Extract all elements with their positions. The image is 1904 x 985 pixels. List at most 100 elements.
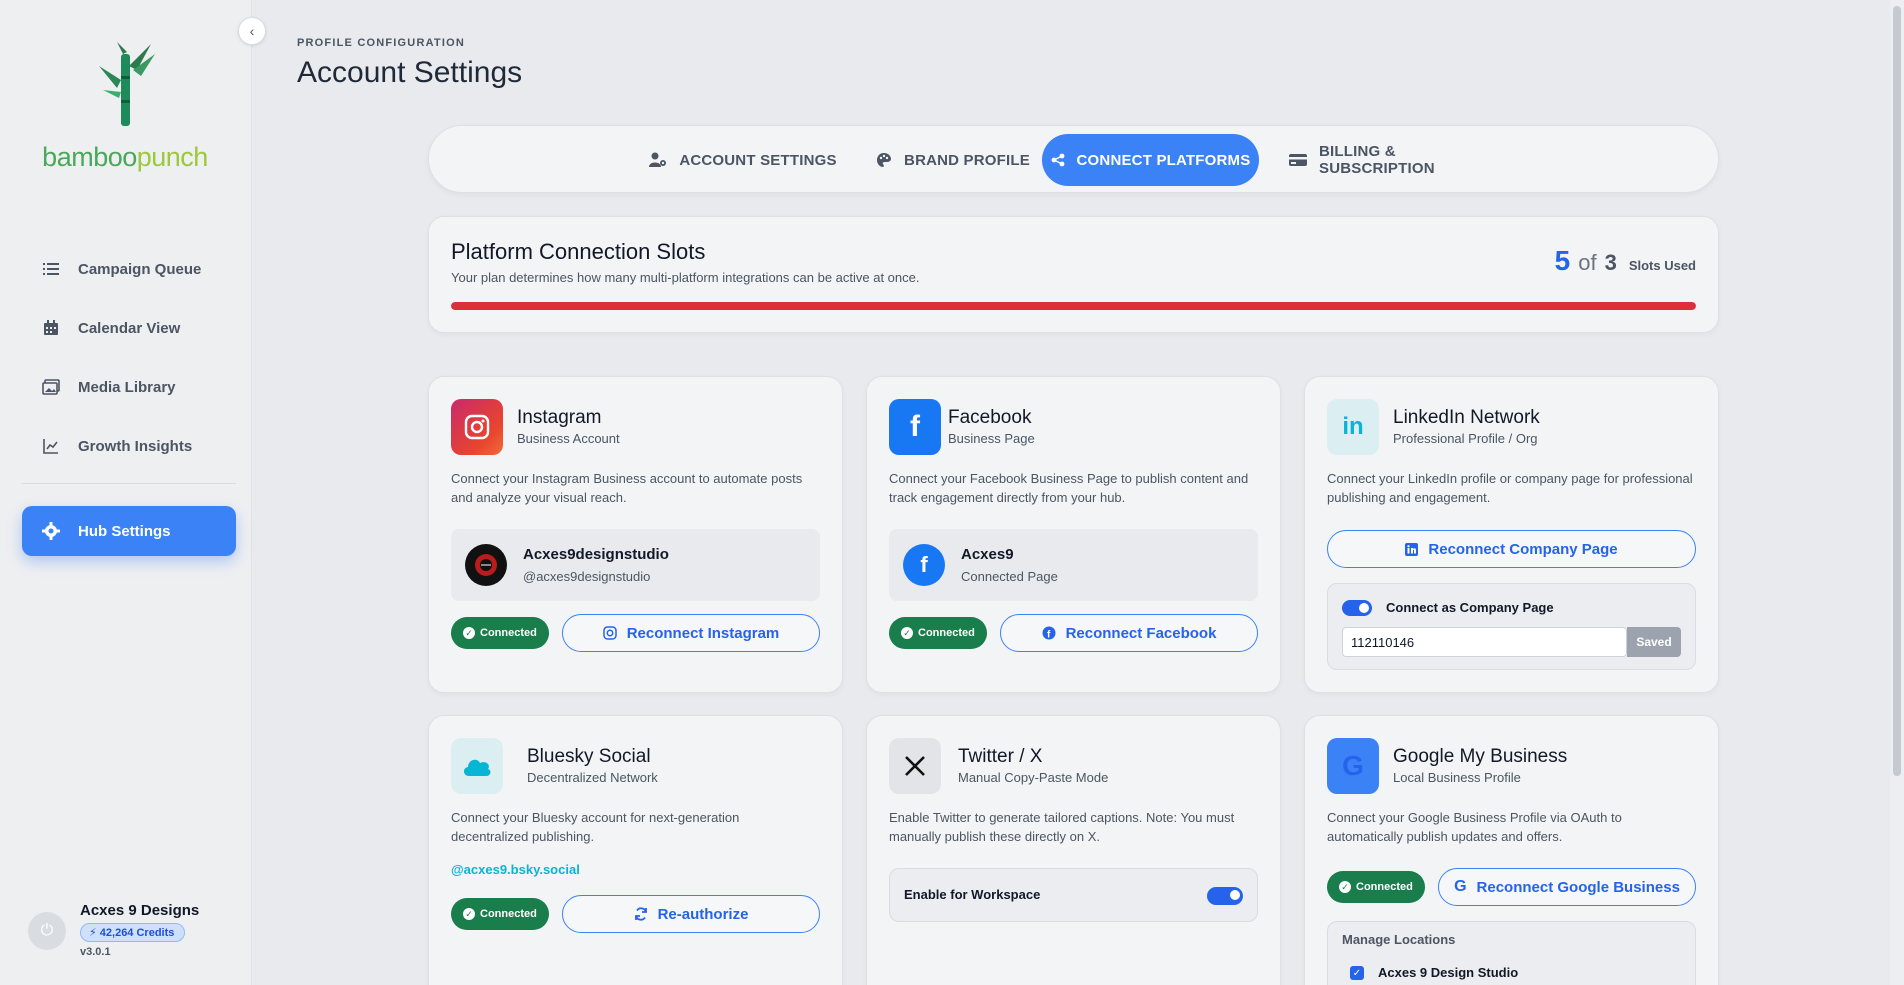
slots-of-text: of bbox=[1578, 250, 1597, 275]
sidebar-item-label: Hub Settings bbox=[78, 522, 171, 540]
list-icon bbox=[42, 260, 60, 278]
tab-label: BRAND PROFILE bbox=[904, 151, 1030, 169]
sidebar-item-calendar-view[interactable]: Calendar View bbox=[22, 306, 236, 350]
status-badge: ✓ Connected bbox=[451, 617, 549, 649]
platform-type: Manual Copy-Paste Mode bbox=[958, 770, 1109, 785]
company-page-toggle[interactable] bbox=[1342, 600, 1372, 616]
x-icon bbox=[889, 738, 941, 794]
tab-brand-profile[interactable]: BRAND PROFILE bbox=[863, 134, 1043, 186]
sidebar-item-campaign-queue[interactable]: Campaign Queue bbox=[22, 247, 236, 291]
bolt-icon: ⚡ bbox=[89, 927, 100, 939]
account-name: Acxes9designstudio bbox=[523, 546, 669, 563]
reconnect-instagram-button[interactable]: Reconnect Instagram bbox=[562, 614, 820, 652]
sidebar: bamboopunch Campaign Queue Calendar View… bbox=[0, 0, 252, 985]
platform-name: Google My Business bbox=[1393, 746, 1568, 767]
sidebar-item-hub-settings[interactable]: Hub Settings bbox=[22, 506, 236, 556]
user-panel: ⏻ Acxes 9 Designs ⚡ 42,264 Credits v3.0.… bbox=[28, 902, 199, 958]
account-name: Acxes9 bbox=[961, 546, 1014, 563]
bamboo-logo-icon bbox=[99, 42, 155, 126]
check-icon: ✓ bbox=[463, 908, 475, 920]
page-scrollbar[interactable] bbox=[1890, 0, 1904, 985]
sidebar-item-label: Media Library bbox=[78, 378, 176, 396]
brand-text-part1: bamboo bbox=[42, 142, 137, 172]
tab-label: BILLING & SUBSCRIPTION bbox=[1319, 143, 1435, 177]
user-gear-icon bbox=[649, 152, 667, 168]
platform-card-bluesky: Bluesky Social Decentralized Network Con… bbox=[428, 715, 843, 985]
reconnect-google-button[interactable]: G Reconnect Google Business bbox=[1438, 868, 1696, 906]
saved-button[interactable]: Saved bbox=[1627, 627, 1681, 657]
sidebar-item-media-library[interactable]: Media Library bbox=[22, 365, 236, 409]
slots-subtitle: Your plan determines how many multi-plat… bbox=[451, 270, 920, 285]
tab-label: ACCOUNT SETTINGS bbox=[679, 151, 837, 169]
slots-used-value: 5 bbox=[1554, 245, 1571, 276]
manage-locations-panel: Manage Locations ✓ Acxes 9 Design Studio bbox=[1327, 921, 1696, 985]
toggle-label: Connect as Company Page bbox=[1386, 600, 1554, 615]
platform-description: Connect your LinkedIn profile or company… bbox=[1327, 471, 1693, 505]
sidebar-item-label: Calendar View bbox=[78, 319, 181, 337]
linkedin-small-icon bbox=[1405, 542, 1419, 556]
power-icon[interactable]: ⏻ bbox=[28, 912, 66, 950]
status-badge: ✓ Connected bbox=[889, 617, 987, 649]
platform-description: Enable Twitter to generate tailored capt… bbox=[889, 810, 1235, 844]
chevron-left-icon: ‹ bbox=[249, 23, 255, 39]
check-icon: ✓ bbox=[463, 627, 475, 639]
credits-value: 42,264 Credits bbox=[99, 927, 175, 939]
account-handle: Connected Page bbox=[961, 569, 1058, 584]
gear-icon bbox=[42, 522, 60, 540]
connected-account: Acxes9designstudio @acxes9designstudio bbox=[451, 529, 820, 601]
platform-card-google: G Google My Business Local Business Prof… bbox=[1304, 715, 1719, 985]
instagram-small-icon bbox=[602, 626, 617, 640]
workspace-toggle-panel: Enable for Workspace bbox=[889, 868, 1258, 922]
toggle-label: Enable for Workspace bbox=[904, 887, 1041, 902]
reauthorize-button[interactable]: Re-authorize bbox=[562, 895, 820, 933]
facebook-icon: f bbox=[889, 399, 941, 455]
bluesky-handle-link[interactable]: @acxes9.bsky.social bbox=[451, 862, 580, 877]
status-text: Connected bbox=[480, 908, 537, 920]
sidebar-divider bbox=[22, 483, 236, 484]
platform-description: Connect your Google Business Profile via… bbox=[1327, 810, 1622, 844]
sidebar-item-label: Campaign Queue bbox=[78, 260, 202, 278]
status-badge: ✓ Connected bbox=[1327, 871, 1425, 903]
platform-name: Bluesky Social bbox=[527, 746, 651, 767]
platform-card-twitter: Twitter / X Manual Copy-Paste Mode Enabl… bbox=[866, 715, 1281, 985]
collapse-sidebar-button[interactable]: ‹ bbox=[238, 17, 266, 45]
tab-billing-subscription[interactable]: BILLING & SUBSCRIPTION bbox=[1289, 134, 1499, 186]
slots-title: Platform Connection Slots bbox=[451, 239, 706, 264]
platform-description: Connect your Bluesky account for next-ge… bbox=[451, 810, 740, 844]
palette-icon bbox=[876, 152, 892, 168]
status-text: Connected bbox=[918, 627, 975, 639]
platform-description: Connect your Instagram Business account … bbox=[451, 471, 803, 505]
button-label: Re-authorize bbox=[657, 905, 749, 923]
platform-description: Connect your Facebook Business Page to p… bbox=[889, 471, 1249, 505]
locations-title: Manage Locations bbox=[1342, 932, 1456, 947]
scrollbar-thumb[interactable] bbox=[1893, 6, 1901, 776]
platform-type: Professional Profile / Org bbox=[1393, 431, 1538, 446]
calendar-icon bbox=[42, 319, 60, 337]
sidebar-item-growth-insights[interactable]: Growth Insights bbox=[22, 424, 236, 468]
company-page-panel: Connect as Company Page 112110146 Saved bbox=[1327, 583, 1696, 670]
button-label: Reconnect Facebook bbox=[1065, 624, 1217, 642]
settings-tabs: ACCOUNT SETTINGS BRAND PROFILE CONNECT P… bbox=[428, 125, 1719, 193]
sidebar-item-label: Growth Insights bbox=[78, 437, 193, 455]
tab-account-settings[interactable]: ACCOUNT SETTINGS bbox=[643, 134, 843, 186]
page-eyebrow: PROFILE CONFIGURATION bbox=[297, 37, 465, 49]
platform-card-linkedin: in LinkedIn Network Professional Profile… bbox=[1304, 376, 1719, 693]
facebook-small-icon: f bbox=[1042, 626, 1056, 640]
page-title: Account Settings bbox=[297, 56, 523, 89]
enable-workspace-toggle[interactable] bbox=[1207, 887, 1243, 905]
button-label: Reconnect Company Page bbox=[1428, 540, 1618, 558]
reconnect-facebook-button[interactable]: f Reconnect Facebook bbox=[1000, 614, 1258, 652]
sidebar-nav: Campaign Queue Calendar View Media Libra… bbox=[22, 247, 236, 571]
credits-badge: ⚡ 42,264 Credits bbox=[80, 923, 186, 942]
platform-type: Business Page bbox=[948, 431, 1035, 446]
status-text: Connected bbox=[1356, 881, 1413, 893]
location-checkbox[interactable]: ✓ bbox=[1350, 966, 1364, 980]
tab-connect-platforms[interactable]: CONNECT PLATFORMS bbox=[1042, 134, 1259, 186]
platform-name: LinkedIn Network bbox=[1393, 407, 1540, 428]
avatar: f bbox=[903, 544, 945, 586]
platform-type: Business Account bbox=[517, 431, 620, 446]
platform-type: Local Business Profile bbox=[1393, 770, 1521, 785]
reconnect-company-page-button[interactable]: Reconnect Company Page bbox=[1327, 530, 1696, 568]
button-label: Reconnect Instagram bbox=[626, 624, 780, 642]
company-id-input[interactable]: 112110146 bbox=[1342, 627, 1627, 657]
